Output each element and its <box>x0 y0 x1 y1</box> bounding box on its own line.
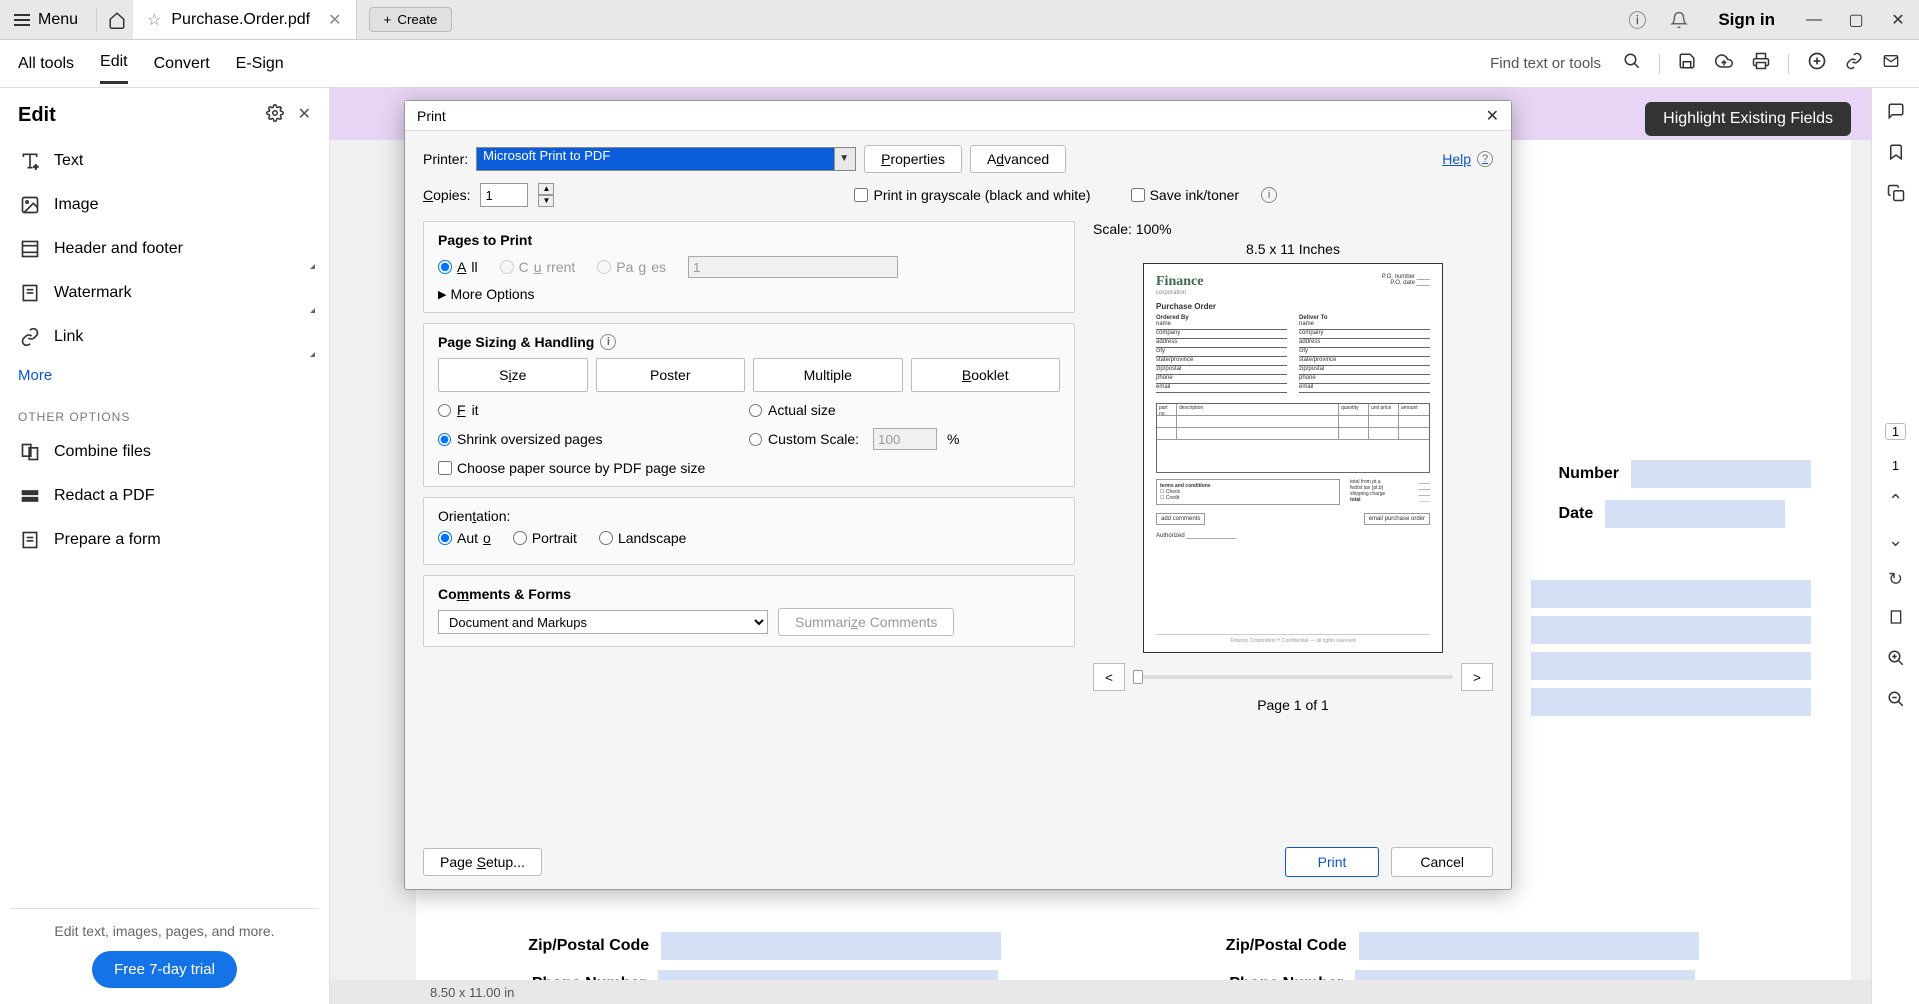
printer-select[interactable]: Microsoft Print to PDF ▼ <box>476 147 856 171</box>
advanced-button[interactable]: Advanced <box>970 145 1066 173</box>
preview-doc-title: Purchase Order <box>1156 302 1430 311</box>
triangle-right-icon: ▶ <box>438 288 446 301</box>
custom-scale-input[interactable] <box>873 428 937 450</box>
radio-auto[interactable]: Auto <box>438 530 491 546</box>
copies-spinner[interactable]: ▲▼ <box>538 183 554 207</box>
print-dialog: Print ✕ Printer: Microsoft Print to PDF … <box>404 100 1512 890</box>
help-icon: ? <box>1477 151 1493 167</box>
printer-label: Printer: <box>423 151 468 167</box>
orientation-panel: Orientation: Auto Portrait Landscape <box>423 497 1075 565</box>
slider-thumb[interactable] <box>1133 670 1143 684</box>
radio-landscape[interactable]: Landscape <box>599 530 687 546</box>
info-icon[interactable]: i <box>1261 187 1277 203</box>
size-button-multiple[interactable]: Multiple <box>753 358 903 392</box>
copies-label: Copies: <box>423 187 470 203</box>
info-icon[interactable]: i <box>600 334 616 350</box>
preview-page-info: Page 1 of 1 <box>1093 697 1493 713</box>
spinner-down-icon[interactable]: ▼ <box>538 195 554 207</box>
percent-label: % <box>947 431 959 447</box>
radio-portrait[interactable]: Portrait <box>513 530 577 546</box>
comments-panel: Comments & Forms Document and Markups Su… <box>423 575 1075 647</box>
panel-title: Page Sizing & Handling <box>438 334 594 350</box>
radio-current[interactable]: Current <box>500 259 576 275</box>
spinner-up-icon[interactable]: ▲ <box>538 183 554 195</box>
chevron-down-icon: ▼ <box>839 153 849 164</box>
help-label: Help <box>1442 151 1471 167</box>
summarize-button[interactable]: Summarize Comments <box>778 608 954 636</box>
radio-shrink[interactable]: Shrink oversized pages <box>438 428 749 450</box>
size-button-poster[interactable]: Poster <box>596 358 746 392</box>
radio-fit[interactable]: Fit <box>438 402 749 418</box>
radio-actual[interactable]: Actual size <box>749 402 1060 418</box>
size-button-size[interactable]: Size <box>438 358 588 392</box>
panel-title: Comments & Forms <box>438 586 1060 602</box>
preview-logo-sub: corporation <box>1156 290 1203 296</box>
more-options-toggle[interactable]: ▶ More Options <box>438 286 1060 302</box>
page-setup-button[interactable]: Page Setup... <box>423 848 542 876</box>
cancel-button[interactable]: Cancel <box>1391 847 1493 877</box>
preview-logo: Finance <box>1156 274 1203 290</box>
save-ink-checkbox[interactable]: Save ink/toner <box>1131 187 1240 203</box>
radio-custom-scale[interactable]: Custom Scale: <box>749 431 859 447</box>
size-button-booklet[interactable]: Booklet <box>911 358 1061 392</box>
radio-pages[interactable]: Pages <box>597 259 666 275</box>
pages-input[interactable] <box>688 256 898 278</box>
panel-title: Pages to Print <box>438 232 1060 248</box>
page-sizing-panel: Page Sizing & Handling i Size Poster Mul… <box>423 323 1075 487</box>
printer-value: Microsoft Print to PDF <box>483 148 610 163</box>
preview-scale: Scale: 100% <box>1093 221 1493 237</box>
comments-select[interactable]: Document and Markups <box>438 610 768 634</box>
preview-next-button[interactable]: > <box>1461 663 1493 691</box>
panel-title: Orientation: <box>438 508 1060 524</box>
preview-dimensions: 8.5 x 11 Inches <box>1093 241 1493 257</box>
radio-all[interactable]: All <box>438 259 478 275</box>
grayscale-checkbox[interactable]: Print in grayscale (black and white) <box>854 187 1090 203</box>
paper-source-checkbox[interactable]: Choose paper source by PDF page size <box>438 460 1060 476</box>
dialog-close-icon[interactable]: ✕ <box>1486 106 1499 126</box>
dialog-title: Print <box>417 108 446 124</box>
print-button[interactable]: Print <box>1285 847 1380 877</box>
print-preview: Finance corporation P.O. number ____ P.O… <box>1143 263 1443 653</box>
help-link[interactable]: Help ? <box>1442 151 1493 167</box>
properties-button[interactable]: PPropertiesroperties <box>864 145 962 173</box>
preview-slider[interactable] <box>1133 675 1453 679</box>
pages-to-print-panel: Pages to Print All Current Pages ▶ More … <box>423 221 1075 313</box>
preview-prev-button[interactable]: < <box>1093 663 1125 691</box>
copies-input[interactable] <box>480 183 528 207</box>
